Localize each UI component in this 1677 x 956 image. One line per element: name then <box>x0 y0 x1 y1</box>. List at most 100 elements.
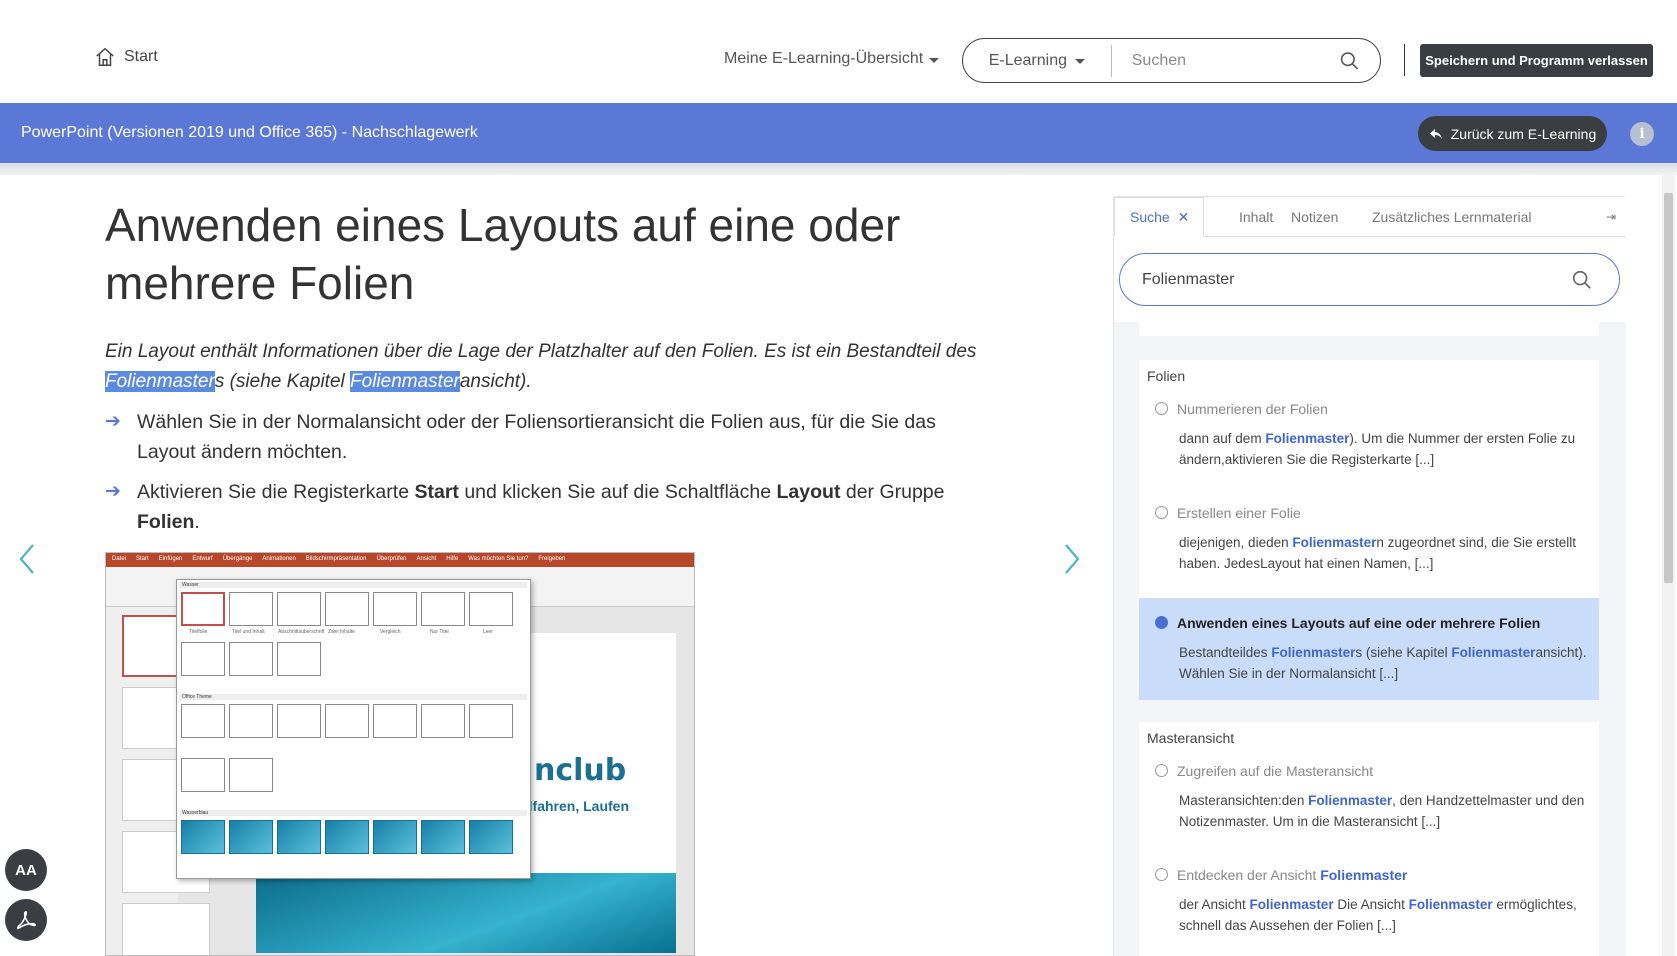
tab-notes[interactable]: Notizen <box>1291 209 1338 225</box>
collapse-panel-icon[interactable]: ⇥ <box>1606 210 1616 224</box>
snippet-keyword: Folienmaster <box>1249 897 1334 912</box>
snippet-keyword: Folienmaster <box>1271 645 1356 660</box>
layout-option <box>229 704 273 738</box>
layout-label: Leer <box>483 629 494 635</box>
result-group-title: Folien <box>1147 368 1186 384</box>
page-scrollbar[interactable] <box>1662 175 1675 956</box>
back-label: Zurück zum E-Learning <box>1450 125 1597 142</box>
pdf-button[interactable] <box>5 899 47 941</box>
search-scope-dropdown[interactable]: E-Learning <box>963 44 1112 77</box>
snippet-keyword: Folienmaster <box>1292 535 1377 550</box>
result-title: Entdecken der Ansicht Folienmaster <box>1177 867 1407 883</box>
layout-option <box>277 642 321 676</box>
search-highlight: Folienmaster <box>350 371 460 392</box>
font-size-icon: AA <box>15 861 37 879</box>
start-label: Start <box>124 48 158 65</box>
back-to-elearning-button[interactable]: Zurück zum E-Learning <box>1418 116 1607 151</box>
chevron-down-icon <box>1075 59 1086 64</box>
layout-option <box>469 820 513 854</box>
previous-page-arrow[interactable] <box>15 542 39 576</box>
reply-arrow-icon <box>1429 128 1442 139</box>
search-icon[interactable] <box>1339 50 1360 72</box>
result-snippet: Bestandteildes Folienmasters (siehe Kapi… <box>1179 642 1589 684</box>
ribbon-tab: Animationen <box>262 556 296 562</box>
layout-option <box>229 758 273 792</box>
gallery-section-label: Wasser <box>179 582 527 588</box>
layout-option <box>181 758 225 792</box>
step-2-text: und klicken Sie auf die Schaltfläche <box>458 481 777 503</box>
intro-text: ansicht). <box>459 371 532 392</box>
layout-label: Titelfolie <box>189 629 208 635</box>
step-2-bold: Start <box>414 481 459 503</box>
layout-option <box>469 704 513 738</box>
layout-option <box>181 592 225 626</box>
layout-option <box>325 704 369 738</box>
step-1-text: Wählen Sie in der Normalansicht oder der… <box>137 411 936 463</box>
result-item[interactable]: Erstellen einer Folie diejenigen, dieden… <box>1139 500 1599 596</box>
gallery-section-label: Office Theme <box>179 694 527 700</box>
intro-text: Ein Layout enthält Informationen über di… <box>105 341 977 362</box>
layout-option <box>229 820 273 854</box>
layout-option <box>325 820 369 854</box>
layout-option <box>421 704 465 738</box>
snippet-text: s (siehe Kapitel <box>1355 645 1452 660</box>
ribbon-tabs: Datei Start Einfügen Entwurf Übergänge A… <box>106 553 694 567</box>
info-button[interactable]: i <box>1630 122 1654 146</box>
arrow-right-icon: ➔ <box>105 411 121 432</box>
ribbon-tab: Hilfe <box>446 556 459 562</box>
close-icon[interactable]: ✕ <box>1178 209 1190 225</box>
elearning-overview-menu[interactable]: Meine E-Learning-Übersicht <box>724 50 940 68</box>
layout-option <box>229 592 273 626</box>
bar-shadow <box>0 163 1677 175</box>
result-group-title: Masteransicht <box>1147 730 1235 746</box>
start-link[interactable]: Start <box>94 46 158 68</box>
chevron-left-icon <box>19 544 34 574</box>
tab-search[interactable]: Suche ✕ <box>1130 209 1189 226</box>
step-2-text: Aktivieren Sie die Registerkarte <box>137 481 415 503</box>
result-snippet: diejenigen, dieden Folienmastern zugeord… <box>1179 532 1589 574</box>
save-and-exit-button[interactable]: Speichern und Programm verlassen <box>1420 44 1653 77</box>
ribbon-tab: Ansicht <box>416 556 437 562</box>
ribbon-tab: Was möchten Sie tun? <box>468 556 529 562</box>
result-item[interactable]: Zugreifen auf die Masteransicht Masteran… <box>1139 758 1599 858</box>
panel-search-input[interactable] <box>1120 270 1571 289</box>
step-2-text: . <box>194 511 200 533</box>
search-results: Folien Nummerieren der Folien dann auf d… <box>1114 322 1626 956</box>
page-title: Anwenden eines Layouts auf eine oder meh… <box>105 199 901 309</box>
result-item[interactable]: Entdecken der Ansicht Folienmaster der A… <box>1139 862 1599 956</box>
next-page-arrow[interactable] <box>1060 542 1084 576</box>
layout-label: Vergleich <box>380 629 401 635</box>
step-2-bold: Layout <box>776 481 841 503</box>
layout-label: Titel und Inhalt <box>232 629 265 635</box>
overview-label: Meine E-Learning-Übersicht <box>724 50 924 67</box>
tab-content[interactable]: Inhalt <box>1239 209 1273 225</box>
layout-option <box>277 820 321 854</box>
ribbon-tab: Übergänge <box>222 556 253 562</box>
slide-thumbnails <box>106 607 210 955</box>
snippet-text: Masteransichten:den <box>1179 793 1309 808</box>
radio-indicator-selected <box>1155 616 1168 629</box>
ribbon-tab: Entwurf <box>192 556 213 562</box>
search-input[interactable] <box>1111 51 1339 70</box>
result-item-selected[interactable]: Anwenden eines Layouts auf eine oder meh… <box>1139 598 1599 700</box>
scrollbar-thumb[interactable] <box>1664 193 1673 583</box>
result-group-masteransicht: Masteransicht Zugreifen auf die Masteran… <box>1139 722 1599 956</box>
layout-option <box>373 820 417 854</box>
ribbon-tab: Bildschirmpräsentation <box>305 556 367 562</box>
layout-option <box>325 592 369 626</box>
snippet-text: Bestandteildes <box>1179 645 1272 660</box>
slide-subtitle: dfahren, Laufen <box>524 798 630 814</box>
layout-gallery: Wasser Titelfolie Titel und Inhalt Absch… <box>176 579 531 879</box>
tab-additional-material[interactable]: Zusätzliches Lernmaterial <box>1372 209 1532 225</box>
radio-indicator <box>1155 764 1168 777</box>
result-title: Zugreifen auf die Masteransicht <box>1177 763 1374 779</box>
font-size-button[interactable]: AA <box>5 849 47 891</box>
global-search: E-Learning <box>962 38 1381 83</box>
result-snippet: der Ansicht Folienmaster Die Ansicht Fol… <box>1179 894 1589 936</box>
result-title: Erstellen einer Folie <box>1177 505 1301 521</box>
layout-option <box>229 642 273 676</box>
result-title-keyword: Folienmaster <box>1320 867 1408 883</box>
result-item[interactable]: Nummerieren der Folien dann auf dem Foli… <box>1139 396 1599 496</box>
chevron-down-icon <box>929 57 940 63</box>
search-icon[interactable] <box>1571 269 1593 291</box>
